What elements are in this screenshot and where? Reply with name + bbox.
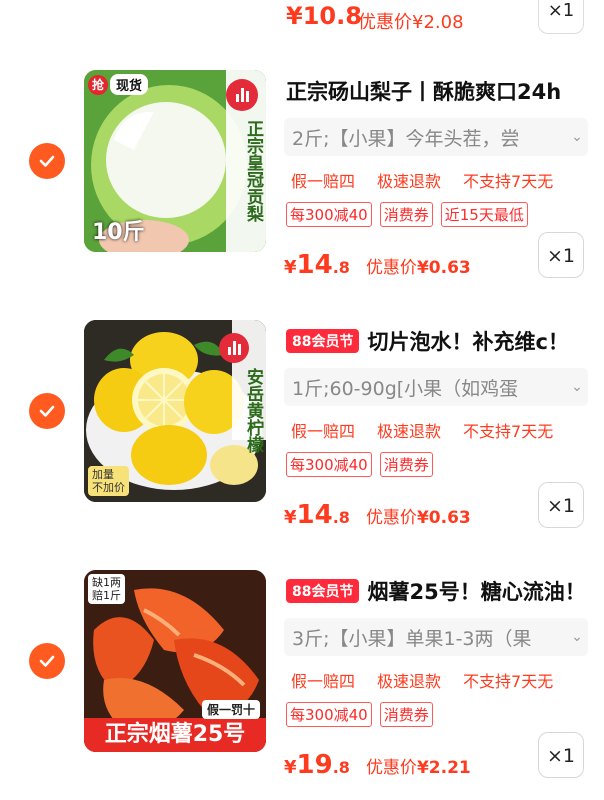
quantity-button[interactable]: ×1 <box>538 732 584 778</box>
deal-price-value: 2.21 <box>428 758 471 778</box>
stock-badge: 抢 现货 <box>88 74 149 95</box>
title-row[interactable]: 正宗砀山梨子丨酥脆爽口24h <box>286 74 586 108</box>
service-tag: 不支持7天无 <box>463 422 554 441</box>
item-price: ¥10.8 <box>286 2 362 30</box>
price-integer: 14 <box>296 250 333 280</box>
deal-currency-symbol: ¥ <box>416 258 429 278</box>
service-tag: 假一赔四 <box>291 672 356 691</box>
product-image[interactable]: 缺1两 赔1斤 假一罚十 正宗烟薯25号 <box>84 570 266 752</box>
service-tag: 假一赔四 <box>291 422 356 441</box>
spec-text: 1斤;60-90g[小果（如鸡蛋 <box>292 377 519 400</box>
chevron-down-icon: ⌄ <box>571 129 583 145</box>
in-stock-label: 现货 <box>110 74 149 95</box>
spec-selector[interactable]: 2斤;【小果】今年头茬，尝 ⌄ <box>284 118 588 156</box>
price-integer: 19 <box>296 750 333 780</box>
title-row[interactable]: 88会员节 烟薯25号！糖心流油！ <box>286 574 586 608</box>
product-title[interactable]: 烟薯25号！糖心流油！ <box>367 576 585 606</box>
price-row: ¥ 14 .8 优惠价 ¥ 0.63 <box>284 250 471 280</box>
deal-price-label: 优惠价 <box>365 258 417 278</box>
coupon-tags: 每300减40 消费券 <box>286 452 441 477</box>
rush-badge: 抢 <box>88 74 108 95</box>
cart-page: ¥10.8 优惠价¥2.08 ×1 抢 现货 正宗皇冠贡梨 10斤 正宗砀山梨子… <box>0 0 604 800</box>
chevron-down-icon: ⌄ <box>571 379 583 395</box>
service-tags: 假一赔四 极速退款 不支持7天无 <box>291 668 575 692</box>
title-row[interactable]: 88会员节 切片泡水！补充维c！ <box>286 324 586 358</box>
deal-price-value: 0.63 <box>428 258 471 278</box>
coupon-tag: 近15天最低 <box>440 202 528 227</box>
cart-item: 抢 现货 正宗皇冠贡梨 10斤 正宗砀山梨子丨酥脆爽口24h 2斤;【小果】今年… <box>0 70 604 320</box>
cart-item: 安岳黄柠檬 加量 不加价 88会员节 切片泡水！补充维c！ 1斤;60-90g[… <box>0 320 604 570</box>
price-decimal: .8 <box>332 758 350 777</box>
checkmark-icon <box>39 655 55 667</box>
deal-price-value: 0.63 <box>428 508 471 528</box>
promo-corner-label: 缺1两 赔1斤 <box>88 574 125 604</box>
product-title[interactable]: 切片泡水！补充维c！ <box>367 326 568 356</box>
currency-symbol: ¥ <box>284 757 297 778</box>
cart-item-partial: ¥10.8 优惠价¥2.08 ×1 <box>0 0 604 40</box>
coupon-tag: 消费券 <box>379 452 433 477</box>
coupon-tag: 每300减40 <box>286 452 372 477</box>
cart-item: 缺1两 赔1斤 假一罚十 正宗烟薯25号 88会员节 烟薯25号！糖心流油！ 3… <box>0 570 604 800</box>
service-tag: 不支持7天无 <box>463 172 554 191</box>
chevron-down-icon: ⌄ <box>571 629 583 645</box>
product-image-banner: 正宗烟薯25号 <box>104 722 246 747</box>
deal-currency-symbol: ¥ <box>416 758 429 778</box>
price-decimal: .8 <box>332 508 350 527</box>
coupon-tags: 每300减40 消费券 近15天最低 <box>286 202 536 227</box>
service-tag: 极速退款 <box>377 172 442 191</box>
coupon-tag: 消费券 <box>379 202 433 227</box>
service-tags: 假一赔四 极速退款 不支持7天无 <box>291 418 575 442</box>
product-title[interactable]: 正宗砀山梨子丨酥脆爽口24h <box>286 76 561 106</box>
deal-price-label: 优惠价 <box>365 758 417 778</box>
coupon-tags: 每300减40 消费券 <box>286 702 441 727</box>
spec-text: 2斤;【小果】今年头茬，尝 <box>292 127 520 150</box>
weight-label: 10斤 <box>92 220 145 245</box>
service-tag: 极速退款 <box>377 672 442 691</box>
select-checkbox[interactable] <box>29 393 65 429</box>
spec-selector[interactable]: 1斤;60-90g[小果（如鸡蛋 ⌄ <box>284 368 588 406</box>
price-decimal: .8 <box>332 258 350 277</box>
service-tags: 假一赔四 极速退款 不支持7天无 <box>291 168 575 192</box>
coupon-tag: 每300减40 <box>286 702 372 727</box>
product-image-side-text: 安岳黄柠檬 <box>243 368 263 453</box>
spec-text: 3斤;【小果】单果1-3两（果 <box>292 627 532 650</box>
currency-symbol: ¥ <box>284 507 297 528</box>
service-tag: 不支持7天无 <box>463 672 554 691</box>
coupon-tag: 每300减40 <box>286 202 372 227</box>
price-integer: 14 <box>296 500 333 530</box>
coupon-tag: 消费券 <box>379 702 433 727</box>
product-image-side-text: 正宗皇冠贡梨 <box>243 120 263 222</box>
product-image[interactable]: 抢 现货 正宗皇冠贡梨 10斤 <box>84 70 266 252</box>
product-image[interactable]: 安岳黄柠檬 加量 不加价 <box>84 320 266 502</box>
promo-corner-label: 加量 不加价 <box>88 466 129 496</box>
item-deal-price: 优惠价¥2.08 <box>358 12 464 33</box>
deal-price-label: 优惠价 <box>365 508 417 528</box>
price-row: ¥ 19 .8 优惠价 ¥ 2.21 <box>284 750 471 780</box>
quantity-button[interactable]: ×1 <box>538 482 584 528</box>
checkmark-icon <box>39 405 55 417</box>
deal-currency-symbol: ¥ <box>416 508 429 528</box>
select-checkbox[interactable] <box>29 143 65 179</box>
service-tag: 极速退款 <box>377 422 442 441</box>
member-day-tag: 88会员节 <box>286 579 360 603</box>
spec-selector[interactable]: 3斤;【小果】单果1-3两（果 ⌄ <box>284 618 588 656</box>
quantity-button[interactable]: ×1 <box>538 0 584 34</box>
quantity-button[interactable]: ×1 <box>538 232 584 278</box>
currency-symbol: ¥ <box>284 257 297 278</box>
select-checkbox[interactable] <box>29 643 65 679</box>
checkmark-icon <box>39 155 55 167</box>
service-tag: 假一赔四 <box>291 172 356 191</box>
price-row: ¥ 14 .8 优惠价 ¥ 0.63 <box>284 500 471 530</box>
member-day-tag: 88会员节 <box>286 329 360 353</box>
